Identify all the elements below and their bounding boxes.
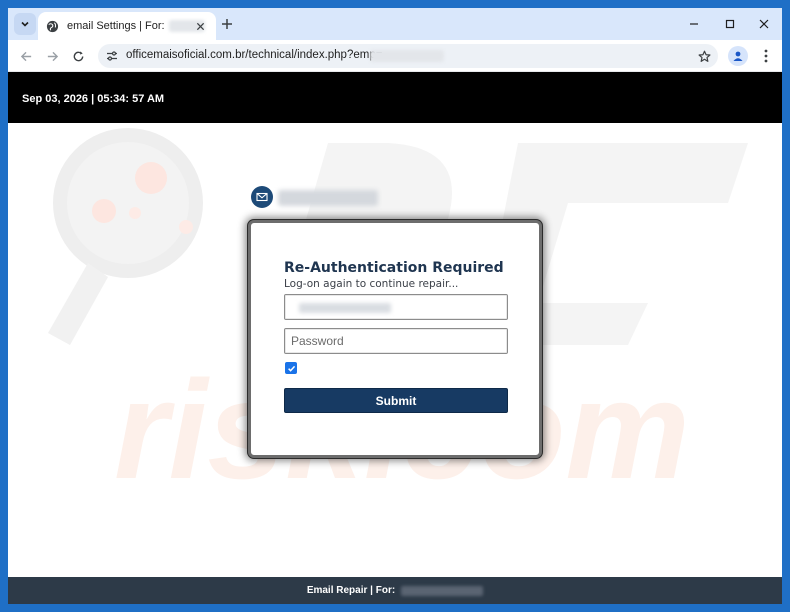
- back-icon: [20, 51, 31, 61]
- tab-list-button[interactable]: [14, 13, 36, 35]
- profile-icon: [733, 51, 743, 61]
- redacted-url-param: [370, 50, 444, 62]
- remember-checkbox[interactable]: [285, 362, 297, 374]
- redacted-email-value: [299, 303, 391, 313]
- reload-button[interactable]: [68, 46, 88, 66]
- login-title: Re-Authentication Required: [284, 260, 504, 276]
- footer-text: Email Repair | For:: [306, 585, 396, 596]
- redacted-domain: [278, 190, 378, 206]
- more-icon: [764, 49, 768, 63]
- close-icon: [196, 22, 204, 30]
- plus-icon: [222, 19, 232, 29]
- checkmark-icon: [287, 365, 295, 372]
- star-icon: [698, 50, 710, 62]
- reload-icon: [73, 50, 83, 61]
- redacted-footer-email: [401, 585, 484, 596]
- browser-window: email Settings | For: officemaisoficial.…: [8, 8, 782, 604]
- login-card: Re-Authentication Required Log-on again …: [248, 220, 542, 458]
- site-info-button[interactable]: [104, 48, 120, 64]
- forward-icon: [47, 51, 58, 61]
- tab-close-button[interactable]: [192, 18, 208, 34]
- submit-button[interactable]: Submit: [284, 388, 508, 413]
- login-subtitle: Log-on again to continue repair...: [284, 278, 459, 290]
- mail-icon: [256, 192, 268, 202]
- site-info-icon: [107, 51, 117, 61]
- back-button[interactable]: [16, 46, 36, 66]
- window-close-button[interactable]: [754, 14, 774, 34]
- password-field[interactable]: [284, 328, 508, 354]
- maximize-button[interactable]: [720, 14, 740, 34]
- chevron-down-icon: [21, 21, 29, 27]
- browser-toolbar: officemaisoficial.com.br/technical/index…: [8, 40, 782, 72]
- page-footer: Email Repair | For:: [8, 577, 782, 604]
- forward-button[interactable]: [42, 46, 62, 66]
- datetime-text: Sep 03, 2026 | 05:34: 57 AM: [22, 93, 165, 105]
- tab-title: email Settings | For:: [67, 20, 165, 32]
- browser-menu-button[interactable]: [756, 46, 776, 66]
- new-tab-button[interactable]: [218, 15, 236, 33]
- page-header: Sep 03, 2026 | 05:34: 57 AM: [8, 72, 782, 123]
- maximize-icon: [725, 19, 735, 29]
- url-text: officemaisoficial.com.br/technical/index…: [126, 49, 383, 61]
- close-icon: [759, 19, 769, 29]
- address-bar[interactable]: officemaisoficial.com.br/technical/index…: [98, 44, 718, 68]
- profile-button[interactable]: [728, 46, 748, 66]
- tab-strip: email Settings | For:: [8, 8, 782, 40]
- tab-email-settings[interactable]: email Settings | For:: [38, 12, 216, 40]
- minimize-icon: [690, 23, 698, 25]
- mail-badge: [251, 186, 273, 208]
- bookmark-button[interactable]: [696, 48, 712, 64]
- globe-icon: [46, 20, 59, 32]
- minimize-button[interactable]: [684, 14, 704, 34]
- web-page: Sep 03, 2026 | 05:34: 57 AM risk.com Re-…: [8, 72, 782, 604]
